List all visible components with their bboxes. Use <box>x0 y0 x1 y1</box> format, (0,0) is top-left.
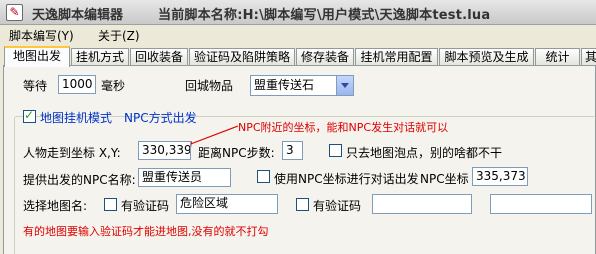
npc-steps-label: 距离NPC步数: <box>198 146 275 160</box>
walk-coords-label: 人物走到坐标 X,Y: <box>23 146 121 160</box>
npc-steps-input[interactable]: 3 <box>282 141 303 160</box>
use-npc-coords-label: 使用NPC坐标进行对话出发 <box>274 172 419 186</box>
select-map-label: 选择地图名: <box>23 199 88 213</box>
npc-coord-label: NPC坐标 <box>420 172 469 186</box>
use-npc-coords-checkbox[interactable] <box>257 170 270 183</box>
walk-coords-input[interactable]: 330,339 <box>138 141 191 160</box>
npc-coord-input[interactable]: 335,373 <box>472 167 528 186</box>
captcha-label-1: 有验证码 <box>121 199 170 213</box>
tab-map-start[interactable]: 地图出发 <box>4 46 70 67</box>
npc-name-label: 提供出发的NPC名称: <box>23 173 136 187</box>
captcha-checkbox-2[interactable] <box>296 198 309 211</box>
map-name-input-2[interactable] <box>372 194 472 214</box>
only-map-point-label: 只去地图泡点，别的啥都不干 <box>346 146 503 160</box>
annotation-arrow-icon <box>183 125 239 148</box>
captcha-note: 有的地图要输入验证码才能进地图,没有的就不打勾 <box>23 225 269 238</box>
captcha-checkbox-1[interactable] <box>104 198 117 211</box>
map-name-input-3[interactable] <box>490 194 592 214</box>
only-map-point-checkbox[interactable] <box>329 144 342 157</box>
map-name-input-1[interactable]: 危险区域 <box>176 194 278 214</box>
captcha-label-2: 有验证码 <box>313 199 362 213</box>
npc-name-input[interactable]: 盟重传送员 <box>138 168 231 187</box>
